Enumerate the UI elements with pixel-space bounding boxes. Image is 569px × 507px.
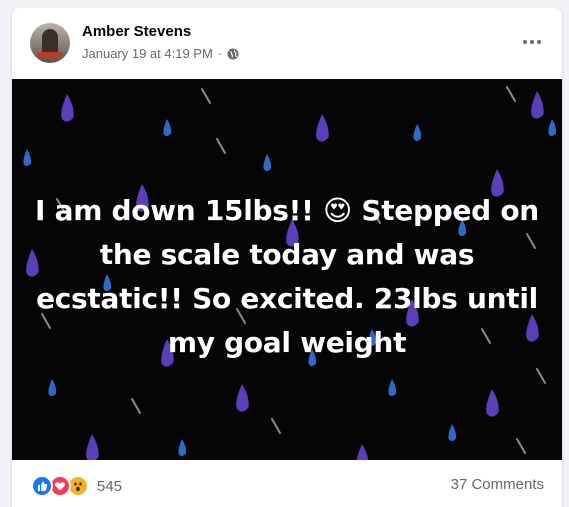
raindrop xyxy=(48,379,57,397)
raindrop xyxy=(356,444,369,460)
raindrop xyxy=(178,439,187,457)
raindrop xyxy=(263,154,272,172)
post-text-part-1: I am down 15lbs!! xyxy=(35,194,314,227)
post-footer: 545 37 Comments xyxy=(12,460,562,507)
raindrop xyxy=(236,384,249,412)
comments-count-link[interactable]: 37 Comments xyxy=(451,476,544,493)
heart-eyes-emoji: 😍 xyxy=(323,194,352,227)
raindrop xyxy=(548,119,557,137)
like-icon xyxy=(31,475,53,497)
post-meta: January 19 at 4:19 PM · xyxy=(82,46,239,61)
raindrop xyxy=(201,88,211,104)
raindrop xyxy=(448,424,457,442)
raindrop xyxy=(506,86,516,102)
raindrop xyxy=(536,368,546,384)
raindrop xyxy=(61,94,74,122)
raindrop xyxy=(413,124,422,142)
raindrop xyxy=(131,398,141,414)
post-timestamp[interactable]: January 19 at 4:19 PM xyxy=(82,46,213,61)
raindrop xyxy=(86,434,99,460)
post-card: Amber Stevens January 19 at 4:19 PM · I … xyxy=(12,8,562,507)
raindrop xyxy=(163,119,172,137)
raindrop xyxy=(23,149,32,167)
meta-separator: · xyxy=(217,46,223,61)
globe-icon[interactable] xyxy=(227,48,239,60)
post-header: Amber Stevens January 19 at 4:19 PM · xyxy=(12,8,562,78)
raindrop xyxy=(316,114,329,142)
reactions-summary[interactable]: 545 xyxy=(31,475,122,497)
raindrop xyxy=(271,418,281,434)
more-options-icon[interactable] xyxy=(520,30,544,54)
author-name[interactable]: Amber Stevens xyxy=(82,23,191,40)
post-image[interactable]: I am down 15lbs!! 😍 Stepped on the scale… xyxy=(12,79,562,460)
raindrop xyxy=(531,91,544,119)
raindrop xyxy=(486,389,499,417)
raindrop xyxy=(388,379,397,397)
raindrop xyxy=(516,438,526,454)
raindrop xyxy=(216,138,226,154)
post-text: I am down 15lbs!! 😍 Stepped on the scale… xyxy=(32,189,542,365)
avatar[interactable] xyxy=(30,23,70,63)
reaction-count[interactable]: 545 xyxy=(97,478,122,495)
